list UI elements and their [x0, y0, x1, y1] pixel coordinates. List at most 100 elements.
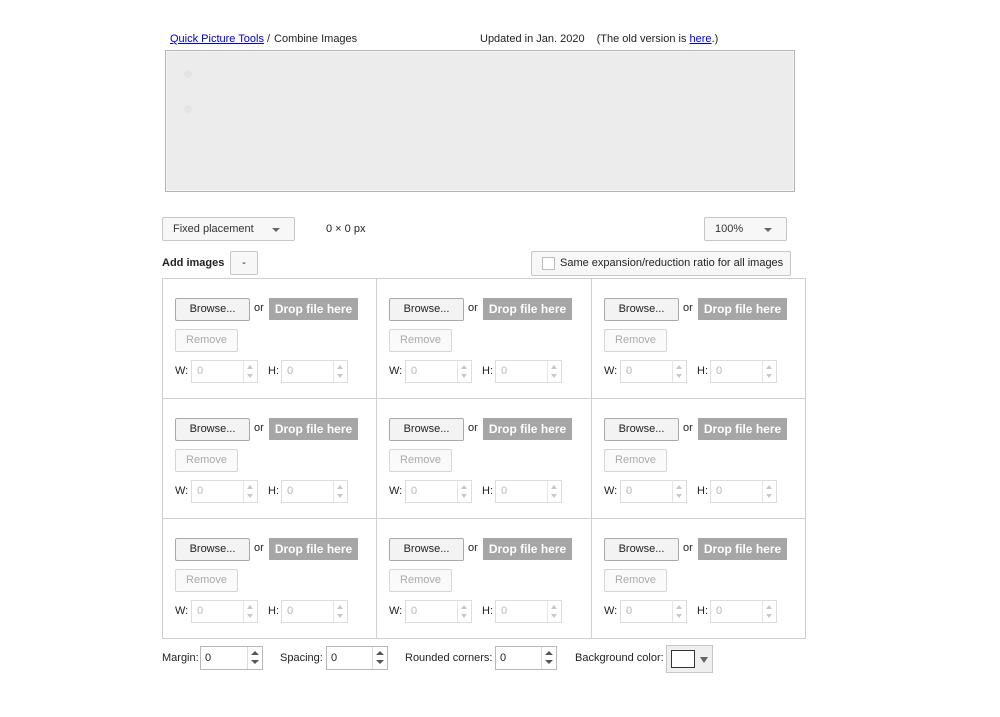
remove-button[interactable]: Remove — [175, 569, 238, 592]
drop-zone[interactable]: Drop file here — [698, 418, 787, 440]
drop-zone[interactable]: Drop file here — [269, 538, 358, 560]
or-label: or — [254, 422, 264, 434]
spinner-arrows[interactable] — [762, 481, 776, 502]
or-label: or — [468, 422, 478, 434]
height-input[interactable]: 0 — [495, 600, 562, 623]
remove-button[interactable]: Remove — [175, 449, 238, 472]
margin-label: Margin: — [162, 652, 199, 664]
height-label: H: — [268, 365, 279, 377]
height-value: 0 — [716, 605, 723, 617]
spinner-arrows[interactable] — [333, 361, 347, 382]
width-input[interactable]: 0 — [191, 360, 258, 383]
width-input[interactable]: 0 — [620, 480, 687, 503]
chevron-down-icon — [272, 228, 280, 232]
drop-zone[interactable]: Drop file here — [483, 418, 572, 440]
drop-zone[interactable]: Drop file here — [269, 298, 358, 320]
drop-zone[interactable]: Drop file here — [698, 538, 787, 560]
browse-button[interactable]: Browse... — [604, 298, 679, 321]
height-input[interactable]: 0 — [281, 360, 348, 383]
spinner-arrows[interactable] — [372, 647, 387, 669]
height-input[interactable]: 0 — [495, 480, 562, 503]
width-input[interactable]: 0 — [405, 480, 472, 503]
background-color-label: Background color: — [575, 652, 664, 664]
color-swatch[interactable] — [671, 650, 695, 668]
remove-button[interactable]: Remove — [604, 569, 667, 592]
spinner-arrows[interactable] — [547, 481, 561, 502]
width-input[interactable]: 0 — [620, 600, 687, 623]
width-value: 0 — [197, 365, 204, 377]
spinner-arrows[interactable] — [541, 647, 556, 669]
width-value: 0 — [197, 605, 204, 617]
spacing-input[interactable]: 0 — [326, 646, 388, 670]
browse-button[interactable]: Browse... — [175, 418, 250, 441]
rounded-corners-value: 0 — [500, 652, 507, 664]
spinner-arrows[interactable] — [333, 601, 347, 622]
remove-button[interactable]: Remove — [389, 329, 452, 352]
width-input[interactable]: 0 — [191, 480, 258, 503]
same-ratio-checkbox[interactable]: Same expansion/reduction ratio for all i… — [531, 251, 791, 276]
browse-button[interactable]: Browse... — [604, 418, 679, 441]
drop-zone[interactable]: Drop file here — [269, 418, 358, 440]
drop-zone[interactable]: Drop file here — [698, 298, 787, 320]
browse-button[interactable]: Browse... — [175, 538, 250, 561]
chevron-down-icon — [700, 657, 708, 663]
browse-button[interactable]: Browse... — [175, 298, 250, 321]
width-value: 0 — [411, 485, 418, 497]
spinner-arrows[interactable] — [672, 361, 686, 382]
spinner-arrows[interactable] — [762, 601, 776, 622]
old-version-suffix: .) — [711, 33, 719, 45]
height-value: 0 — [287, 485, 294, 497]
image-slot: Browse... or Drop file here Remove W: 0 … — [592, 279, 805, 399]
drop-zone[interactable]: Drop file here — [483, 298, 572, 320]
spinner-arrows[interactable] — [247, 647, 262, 669]
spinner-arrows[interactable] — [762, 361, 776, 382]
image-slot: Browse... or Drop file here Remove W: 0 … — [377, 279, 592, 399]
old-version-link[interactable]: here — [690, 33, 712, 45]
height-input[interactable]: 0 — [281, 480, 348, 503]
background-color-picker[interactable] — [666, 645, 713, 673]
zoom-dropdown[interactable]: 100% — [704, 217, 787, 241]
add-images-label: Add images — [162, 257, 225, 269]
remove-button[interactable]: Remove — [389, 569, 452, 592]
image-slot: Browse... or Drop file here Remove W: 0 … — [592, 399, 805, 519]
width-input[interactable]: 0 — [620, 360, 687, 383]
spinner-arrows[interactable] — [457, 481, 471, 502]
width-value: 0 — [411, 365, 418, 377]
height-label: H: — [482, 365, 493, 377]
browse-button[interactable]: Browse... — [389, 538, 464, 561]
placement-dropdown[interactable]: Fixed placement — [162, 217, 295, 241]
remove-button[interactable]: Remove — [389, 449, 452, 472]
spinner-arrows[interactable] — [457, 601, 471, 622]
spinner-arrows[interactable] — [243, 601, 257, 622]
height-input[interactable]: 0 — [710, 360, 777, 383]
height-input[interactable]: 0 — [710, 480, 777, 503]
remove-button[interactable]: Remove — [175, 329, 238, 352]
remove-button[interactable]: Remove — [604, 449, 667, 472]
width-label: W: — [389, 605, 403, 617]
spinner-arrows[interactable] — [672, 481, 686, 502]
browse-button[interactable]: Browse... — [389, 418, 464, 441]
height-input[interactable]: 0 — [710, 600, 777, 623]
drop-zone[interactable]: Drop file here — [483, 538, 572, 560]
browse-button[interactable]: Browse... — [389, 298, 464, 321]
remove-slot-button[interactable]: - — [230, 251, 258, 275]
width-input[interactable]: 0 — [191, 600, 258, 623]
margin-input[interactable]: 0 — [200, 646, 263, 670]
spinner-arrows[interactable] — [333, 481, 347, 502]
remove-button[interactable]: Remove — [604, 329, 667, 352]
height-input[interactable]: 0 — [495, 360, 562, 383]
height-input[interactable]: 0 — [281, 600, 348, 623]
spinner-arrows[interactable] — [243, 361, 257, 382]
checkbox-icon[interactable] — [542, 257, 555, 270]
spinner-arrows[interactable] — [547, 601, 561, 622]
spinner-arrows[interactable] — [547, 361, 561, 382]
width-input[interactable]: 0 — [405, 600, 472, 623]
browse-button[interactable]: Browse... — [604, 538, 679, 561]
spinner-arrows[interactable] — [243, 481, 257, 502]
width-input[interactable]: 0 — [405, 360, 472, 383]
update-note: Updated in Jan. 2020 (The old version is … — [480, 33, 718, 45]
breadcrumb-link-quick-picture-tools[interactable]: Quick Picture Tools — [170, 33, 264, 45]
spinner-arrows[interactable] — [457, 361, 471, 382]
spinner-arrows[interactable] — [672, 601, 686, 622]
rounded-corners-input[interactable]: 0 — [495, 646, 557, 670]
